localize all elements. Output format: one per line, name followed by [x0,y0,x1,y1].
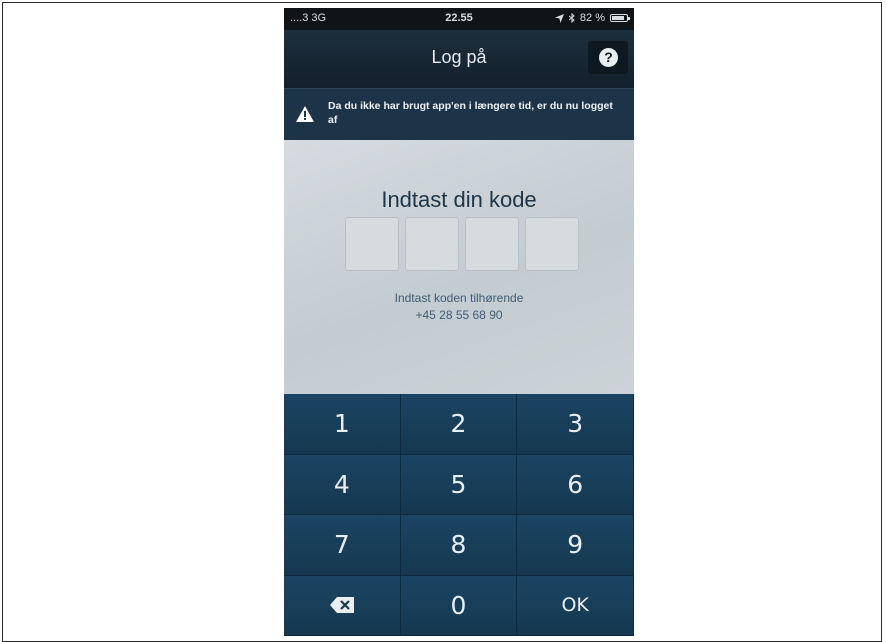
status-right: 82 % [554,12,630,24]
key-9[interactable]: 9 [517,515,634,576]
key-6[interactable]: 6 [517,454,634,515]
numeric-keypad: 1 2 3 4 5 6 7 8 9 0 OK [284,394,634,636]
warning-icon [296,106,314,122]
question-icon: ? [599,48,618,67]
location-arrow-icon [554,13,564,23]
phone-number: +45 28 55 68 90 [415,308,503,322]
key-2[interactable]: 2 [400,394,518,455]
backspace-icon [329,597,354,614]
pin-digit-4[interactable] [525,217,579,271]
key-5[interactable]: 5 [400,454,518,515]
logout-alert: Da du ikke har brugt app'en i længere ti… [284,88,634,141]
nav-bar: Log på ? [284,30,634,88]
code-entry-area: Indtast din kode Indtast koden tilhørend… [284,140,634,394]
key-1[interactable]: 1 [284,394,401,455]
delete-button[interactable] [284,575,401,636]
key-7[interactable]: 7 [284,515,401,576]
key-3[interactable]: 3 [517,394,634,455]
key-0[interactable]: 0 [400,575,518,636]
key-4[interactable]: 4 [284,454,401,515]
page-title: Log på [431,47,487,67]
key-8[interactable]: 8 [400,515,518,576]
pin-input[interactable] [345,217,579,271]
bluetooth-icon [568,13,575,23]
phone-screen: ....3 3G 22.55 82 % Log på ? Da du ikke … [284,8,634,636]
pin-digit-3[interactable] [465,217,519,271]
pin-digit-2[interactable] [405,217,459,271]
status-bar: ....3 3G 22.55 82 % [284,8,634,30]
alert-message: Da du ikke har brugt app'en i længere ti… [328,100,613,126]
battery-percent: 82 % [579,12,605,24]
ok-button[interactable]: OK [517,575,634,636]
pin-digit-1[interactable] [345,217,399,271]
hint-text: Indtast koden tilhørende [394,291,524,305]
battery-icon [610,14,630,22]
code-prompt: Indtast din kode [381,187,537,212]
code-hint: Indtast koden tilhørende +45 28 55 68 90 [284,290,634,324]
help-button[interactable]: ? [588,41,628,74]
